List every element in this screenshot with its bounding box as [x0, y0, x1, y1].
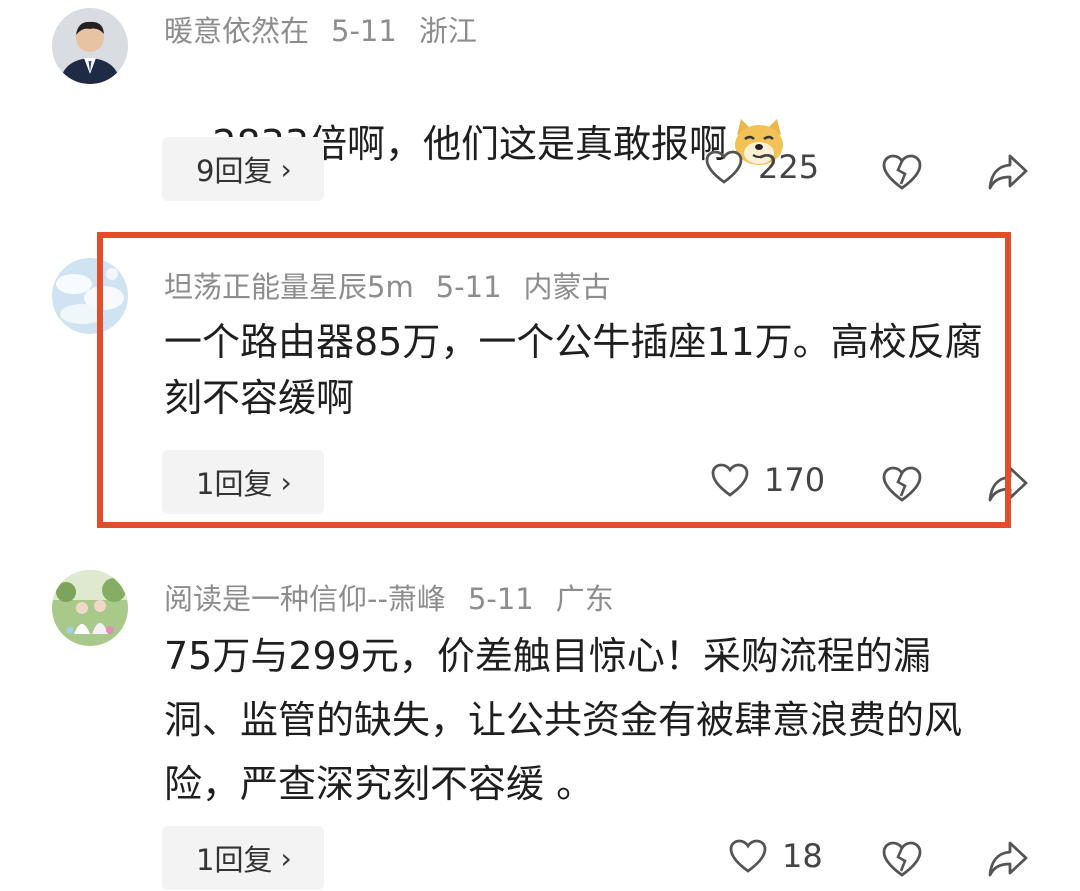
- reply-count-label: 9回复: [196, 154, 273, 188]
- heart-icon: [729, 839, 767, 873]
- reply-count-label: 1回复: [196, 843, 273, 877]
- reply-count-button[interactable]: 1回复 ›: [162, 826, 324, 890]
- avatar[interactable]: [52, 570, 128, 646]
- highlight-box: [97, 232, 1011, 528]
- comment-location: 广东: [555, 582, 614, 616]
- chevron-right-icon: ›: [280, 152, 292, 186]
- share-arrow-icon[interactable]: [986, 837, 1030, 881]
- dislike-broken-heart-icon[interactable]: [880, 837, 924, 881]
- comment-meta: 阅读是一种信仰--萧峰 5-11 广东: [164, 576, 636, 618]
- share-arrow-icon[interactable]: [986, 150, 1030, 194]
- comment-date: 5-11: [331, 14, 397, 48]
- comment-meta: 暖意依然在 5-11 浙江: [164, 8, 499, 50]
- outdoor-photo-avatar-icon: [52, 570, 128, 646]
- username[interactable]: 阅读是一种信仰--萧峰: [164, 582, 446, 616]
- reply-count-button[interactable]: 9回复 ›: [162, 137, 324, 201]
- man-in-suit-avatar-icon: [52, 8, 128, 84]
- comment-text: 75万与299元，价差触目惊心！采购流程的漏洞、监管的缺失，让公共资金有被肆意浪…: [164, 634, 963, 806]
- comment-item: 暖意依然在 5-11 浙江 2833倍啊，他们这是真敢报啊 9回复 › 225: [0, 0, 1080, 215]
- chevron-right-icon: ›: [280, 841, 292, 875]
- like-count: 18: [782, 837, 823, 875]
- username[interactable]: 暖意依然在: [164, 14, 309, 48]
- comment-item: 阅读是一种信仰--萧峰 5-11 广东 75万与299元，价差触目惊心！采购流程的漏…: [0, 560, 1080, 891]
- like-count: 225: [758, 148, 820, 186]
- comment-date: 5-11: [467, 582, 534, 616]
- comment-location: 浙江: [418, 14, 477, 48]
- heart-icon: [705, 150, 743, 184]
- like-button[interactable]: 18: [728, 837, 823, 875]
- dislike-broken-heart-icon[interactable]: [880, 150, 924, 194]
- avatar[interactable]: [52, 8, 128, 84]
- like-button[interactable]: 225: [704, 148, 819, 186]
